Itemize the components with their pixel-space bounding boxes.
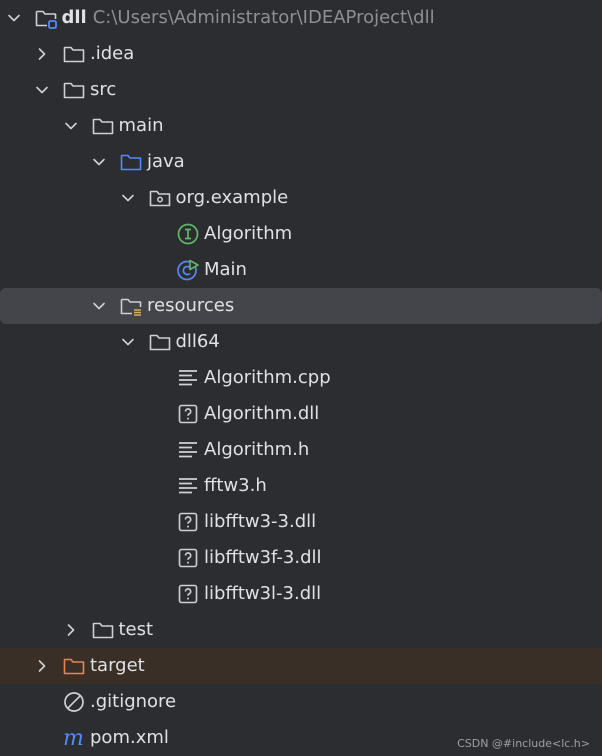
tree-row-algorithm-dll[interactable]: Algorithm.dll bbox=[0, 396, 602, 432]
excluded-folder-icon bbox=[62, 654, 86, 678]
tree-row-main[interactable]: main bbox=[0, 108, 602, 144]
package-icon bbox=[148, 186, 172, 210]
chevron-down-icon[interactable] bbox=[120, 334, 136, 350]
chevron-down-icon[interactable] bbox=[91, 154, 107, 170]
tree-row-src[interactable]: src bbox=[0, 72, 602, 108]
chevron-down-icon[interactable] bbox=[63, 118, 79, 134]
chevron-down-icon[interactable] bbox=[6, 10, 22, 26]
watermark: CSDN @#include<lc.h> bbox=[457, 737, 590, 750]
tree-row-dll[interactable]: dll C:\Users\Administrator\IDEAProject\dl… bbox=[0, 0, 602, 36]
text-file-icon bbox=[176, 474, 200, 498]
unknown-file-icon bbox=[176, 582, 200, 606]
tree-item-label: test bbox=[118, 619, 154, 640]
tree-row-main[interactable]: Main bbox=[0, 252, 602, 288]
tree-item-label: java bbox=[147, 151, 185, 172]
svg-text:m: m bbox=[63, 726, 84, 750]
unknown-file-icon bbox=[176, 402, 200, 426]
tree-item-label: org.example bbox=[175, 187, 289, 208]
tree-item-label: libfftw3l-3.dll bbox=[204, 583, 322, 604]
tree-item-label: src bbox=[90, 79, 117, 100]
text-file-icon bbox=[176, 366, 200, 390]
tree-item-label: Algorithm.dll bbox=[204, 403, 320, 424]
tree-row-gitignore[interactable]: .gitignore bbox=[0, 684, 602, 720]
tree-row-test[interactable]: test bbox=[0, 612, 602, 648]
tree-row-algorithm[interactable]: Algorithm bbox=[0, 216, 602, 252]
chevron-right-icon[interactable] bbox=[63, 622, 79, 638]
tree-row-idea[interactable]: .idea bbox=[0, 36, 602, 72]
folder-icon bbox=[91, 618, 115, 642]
tree-row-libfftw3-3-dll[interactable]: libfftw3-3.dll bbox=[0, 504, 602, 540]
tree-item-label: dll64 bbox=[175, 331, 220, 352]
tree-item-label: Algorithm bbox=[204, 223, 293, 244]
tree-row-org-example[interactable]: org.example bbox=[0, 180, 602, 216]
tree-row-dll64[interactable]: dll64 bbox=[0, 324, 602, 360]
tree-item-label: dll bbox=[61, 7, 87, 28]
maven-icon: m bbox=[62, 726, 86, 751]
folder-icon bbox=[62, 42, 86, 66]
tree-item-label: libfftw3-3.dll bbox=[204, 511, 317, 532]
tree-item-label: .idea bbox=[90, 43, 135, 64]
tree-item-label: libfftw3f-3.dll bbox=[204, 547, 322, 568]
chevron-right-icon[interactable] bbox=[34, 46, 50, 62]
tree-row-algorithm-h[interactable]: Algorithm.h bbox=[0, 432, 602, 468]
project-path: C:\Users\Administrator\IDEAProject\dll bbox=[92, 7, 435, 28]
tree-row-libfftw3f-3-dll[interactable]: libfftw3f-3.dll bbox=[0, 540, 602, 576]
tree-row-java[interactable]: java bbox=[0, 144, 602, 180]
tree-item-label: target bbox=[90, 655, 145, 676]
unknown-file-icon bbox=[176, 546, 200, 570]
folder-icon bbox=[148, 330, 172, 354]
interface-icon bbox=[176, 222, 200, 246]
tree-item-label: fftw3.h bbox=[204, 475, 267, 496]
unknown-file-icon bbox=[176, 510, 200, 534]
chevron-down-icon[interactable] bbox=[34, 82, 50, 98]
tree-item-label: Main bbox=[204, 259, 247, 280]
tree-item-label: main bbox=[118, 115, 164, 136]
tree-row-libfftw3l-3-dll[interactable]: libfftw3l-3.dll bbox=[0, 576, 602, 612]
tree-item-label: Algorithm.h bbox=[204, 439, 310, 460]
chevron-down-icon[interactable] bbox=[120, 190, 136, 206]
tree-item-label: pom.xml bbox=[90, 727, 169, 748]
tree-item-label: .gitignore bbox=[90, 691, 177, 712]
tree-row-algorithm-cpp[interactable]: Algorithm.cpp bbox=[0, 360, 602, 396]
tree-row-resources[interactable]: resources bbox=[0, 288, 602, 324]
folder-icon bbox=[62, 78, 86, 102]
folder-icon bbox=[91, 114, 115, 138]
resources-folder-icon bbox=[119, 294, 143, 318]
tree-row-target[interactable]: target bbox=[0, 648, 602, 684]
ignore-file-icon bbox=[62, 690, 86, 714]
module-folder-icon bbox=[34, 6, 58, 30]
source-folder-icon bbox=[119, 150, 143, 174]
runnable-class-icon bbox=[176, 258, 200, 282]
text-file-icon bbox=[176, 438, 200, 462]
tree-item-label: resources bbox=[147, 295, 235, 316]
chevron-down-icon[interactable] bbox=[91, 298, 107, 314]
chevron-right-icon[interactable] bbox=[34, 658, 50, 674]
tree-item-label: Algorithm.cpp bbox=[204, 367, 331, 388]
tree-row-fftw3-h[interactable]: fftw3.h bbox=[0, 468, 602, 504]
